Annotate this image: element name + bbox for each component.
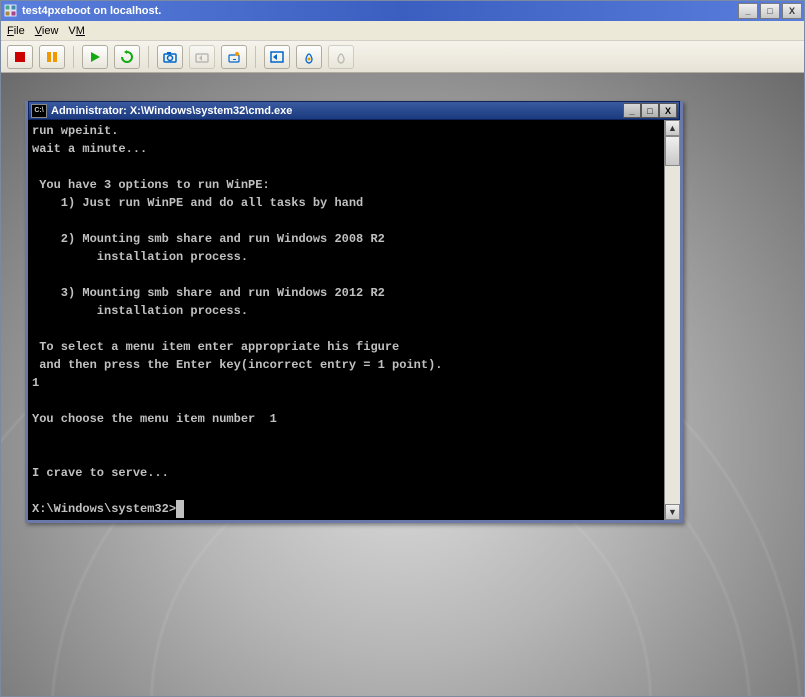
menu-file[interactable]: File	[7, 25, 25, 37]
reset-button[interactable]	[114, 45, 140, 69]
scroll-thumb[interactable]	[665, 136, 680, 166]
cmd-line: 1) Just run WinPE and do all tasks by ha…	[32, 194, 660, 212]
scroll-track[interactable]	[665, 136, 680, 504]
pause-button[interactable]	[39, 45, 65, 69]
toolbar-separator	[148, 46, 149, 68]
cmd-line: I crave to serve...	[32, 464, 660, 482]
cmd-line: To select a menu item enter appropriate …	[32, 338, 660, 356]
toolbar-separator	[255, 46, 256, 68]
toolbar	[1, 41, 804, 73]
cmd-line: installation process.	[32, 248, 660, 266]
menubar: File View VM	[1, 21, 804, 41]
cursor	[176, 500, 184, 518]
cmd-line: X:\Windows\system32>	[32, 500, 660, 518]
cmd-line	[32, 266, 660, 284]
vmware-window: test4pxeboot on localhost. _ □ X File Vi…	[0, 0, 805, 697]
cmd-line	[32, 158, 660, 176]
stop-button[interactable]	[7, 45, 33, 69]
cmd-line	[32, 446, 660, 464]
cmd-line: 3) Mounting smb share and run Windows 20…	[32, 284, 660, 302]
cmd-minimize-button[interactable]: _	[623, 103, 641, 118]
scroll-up-button[interactable]: ▲	[665, 120, 680, 136]
cmd-titlebar[interactable]: C:\ Administrator: X:\Windows\system32\c…	[28, 101, 680, 120]
cmd-line	[32, 320, 660, 338]
menu-vm[interactable]: VM	[68, 25, 85, 37]
cmd-window: C:\ Administrator: X:\Windows\system32\c…	[25, 101, 683, 523]
vm-display[interactable]: C:\ Administrator: X:\Windows\system32\c…	[1, 73, 804, 696]
cmd-scrollbar: ▲ ▼	[664, 120, 680, 520]
cmd-line: wait a minute...	[32, 140, 660, 158]
cmd-line	[32, 482, 660, 500]
cmd-line: 2) Mounting smb share and run Windows 20…	[32, 230, 660, 248]
devices-disabled-button[interactable]	[328, 45, 354, 69]
revert-button[interactable]	[189, 45, 215, 69]
cmd-icon: C:\	[31, 104, 47, 118]
cmd-line: run wpeinit.	[32, 122, 660, 140]
cmd-content[interactable]: run wpeinit.wait a minute... You have 3 …	[28, 120, 664, 520]
devices-button[interactable]	[296, 45, 322, 69]
close-button[interactable]: X	[782, 3, 802, 19]
cmd-line: You have 3 options to run WinPE:	[32, 176, 660, 194]
cmd-line	[32, 212, 660, 230]
cmd-line	[32, 392, 660, 410]
minimize-button[interactable]: _	[738, 3, 758, 19]
menu-view[interactable]: View	[35, 25, 59, 37]
vmware-titlebar[interactable]: test4pxeboot on localhost. _ □ X	[1, 1, 804, 21]
vmware-title: test4pxeboot on localhost.	[22, 5, 738, 17]
cmd-line: installation process.	[32, 302, 660, 320]
cmd-line: 1	[32, 374, 660, 392]
snapshot-manager-button[interactable]	[221, 45, 247, 69]
fullscreen-button[interactable]	[264, 45, 290, 69]
scroll-down-button[interactable]: ▼	[665, 504, 680, 520]
play-button[interactable]	[82, 45, 108, 69]
snapshot-button[interactable]	[157, 45, 183, 69]
cmd-maximize-button[interactable]: □	[641, 103, 659, 118]
cmd-line: You choose the menu item number 1	[32, 410, 660, 428]
cmd-title: Administrator: X:\Windows\system32\cmd.e…	[51, 105, 623, 117]
toolbar-separator	[73, 46, 74, 68]
cmd-line: and then press the Enter key(incorrect e…	[32, 356, 660, 374]
maximize-button[interactable]: □	[760, 3, 780, 19]
cmd-close-button[interactable]: X	[659, 103, 677, 118]
cmd-line	[32, 428, 660, 446]
vmware-icon	[3, 3, 19, 19]
